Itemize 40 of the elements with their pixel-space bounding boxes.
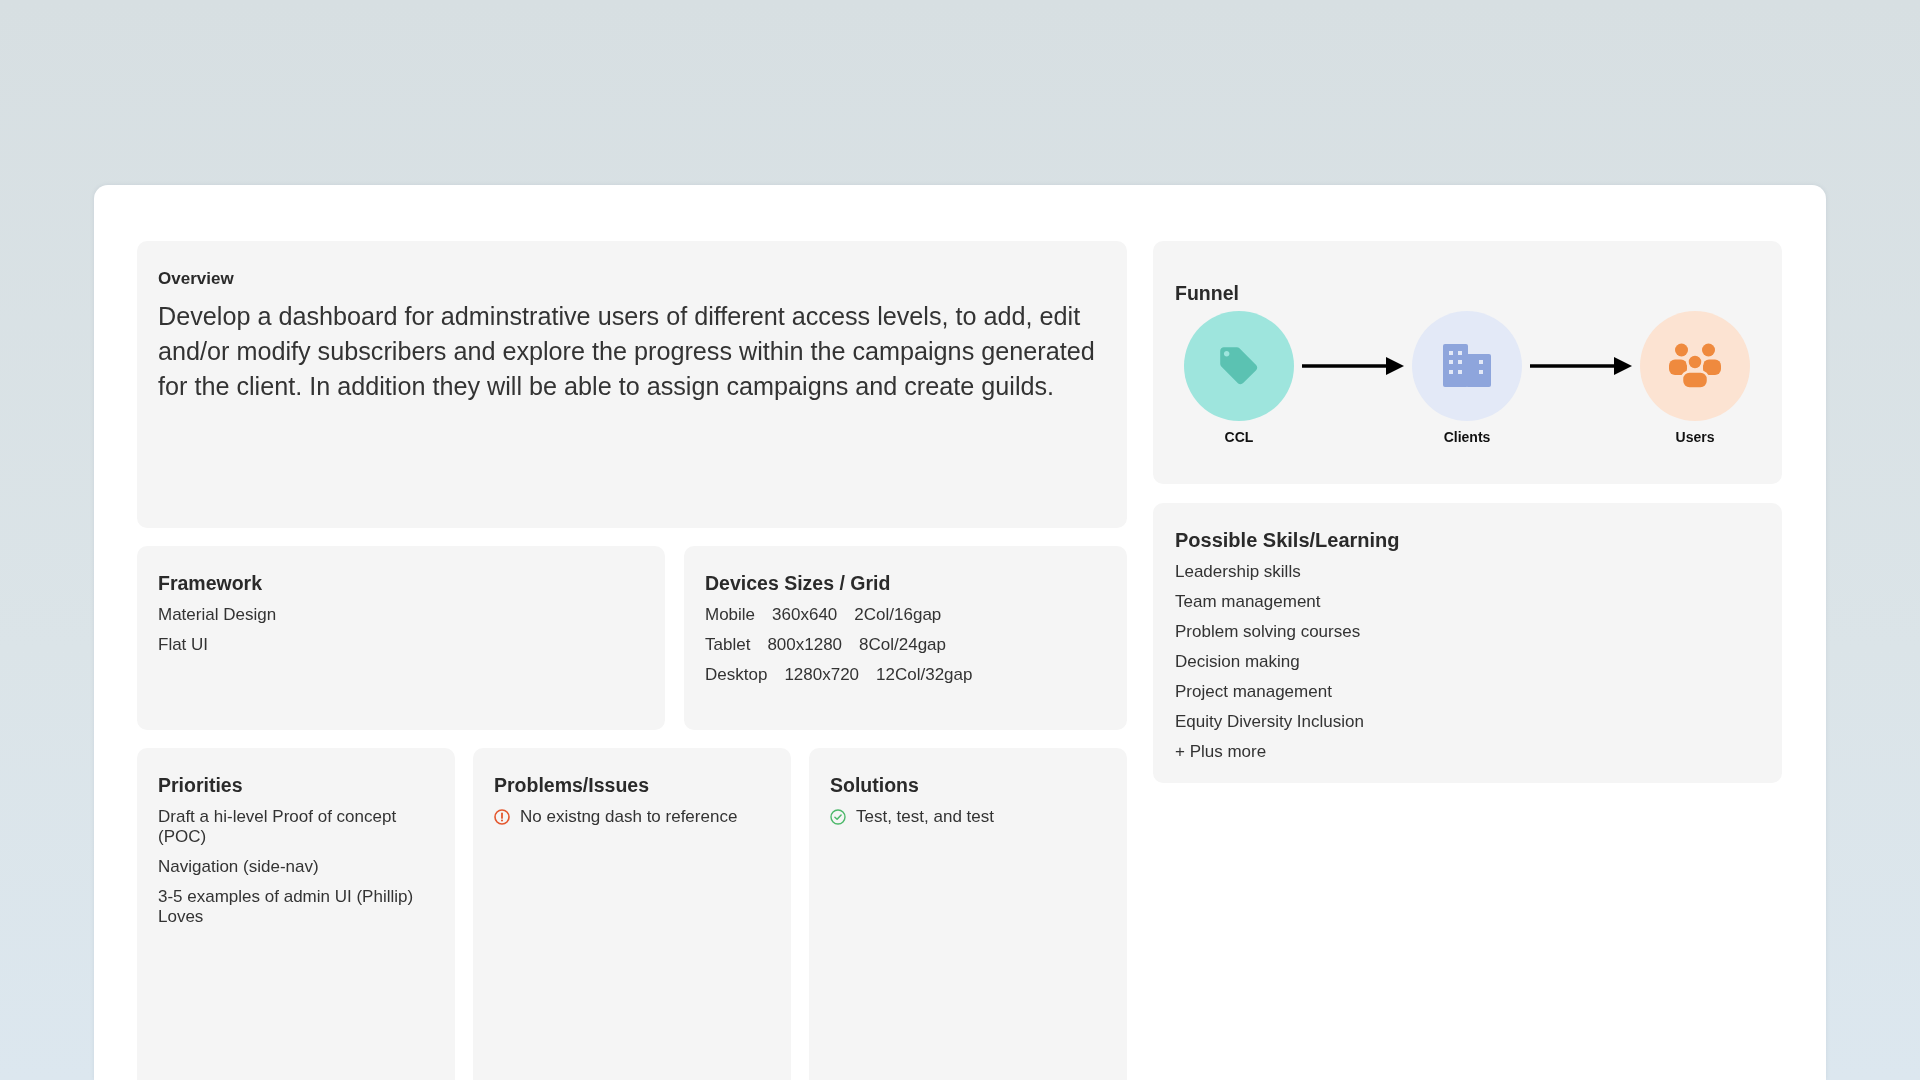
- building-icon: [1412, 311, 1522, 421]
- screen-size: 360x640: [772, 605, 838, 625]
- grid-spec: 2Col/16gap: [854, 605, 942, 625]
- skill-item: + Plus more: [1175, 742, 1268, 762]
- tag-icon: [1184, 311, 1294, 421]
- card-title: Framework: [158, 571, 264, 595]
- card-title: Problems/Issues: [494, 773, 650, 797]
- solution-text: Test, test, and test: [856, 807, 994, 827]
- device-name: Tablet: [705, 635, 751, 655]
- card-title: Solutions: [830, 773, 920, 797]
- step-label: Users: [1675, 428, 1715, 446]
- overview-text: Develop a dashboard for adminstrative users of different access levels, to add, edit and/or modify subscribers and explore the progress within the campaigns generated for the client. In addition they will be able to assign campaigns and create guilds.: [158, 301, 1096, 402]
- card-title: Overview: [158, 268, 235, 290]
- card-title: Priorities: [158, 773, 244, 797]
- grid-spec: 8Col/24gap: [859, 635, 947, 655]
- priority-item: 3-5 examples of admin UI (Phillip) Loves: [158, 887, 415, 927]
- grid-spec: 12Col/32gap: [876, 665, 973, 685]
- step-label: CCL: [1224, 428, 1254, 446]
- priority-item: Draft a hi-level Proof of concept (POC): [158, 807, 398, 847]
- warning-icon: [494, 809, 510, 825]
- skill-item: Equity Diversity Inclusion: [1175, 712, 1365, 732]
- framework-item: Flat UI: [158, 635, 210, 655]
- device-name: Desktop: [705, 665, 768, 685]
- screen-size: 1280x720: [784, 665, 860, 685]
- skill-item: Project management: [1175, 682, 1333, 702]
- check-icon: [830, 809, 846, 825]
- screen-size: 800x1280: [767, 635, 843, 655]
- issue-text: No existng dash to reference: [520, 807, 738, 827]
- device-name: Mobile: [705, 605, 756, 625]
- framework-item: Material Design: [158, 605, 278, 625]
- skill-item: Leadership skills: [1175, 562, 1302, 582]
- card-title: Possible Skils/Learning: [1175, 528, 1401, 552]
- skill-item: Problem solving courses: [1175, 622, 1362, 642]
- card-title: Devices Sizes / Grid: [705, 571, 892, 595]
- priority-item: Navigation (side-nav): [158, 857, 320, 877]
- step-label: Clients: [1443, 428, 1491, 446]
- people-icon: [1640, 311, 1750, 421]
- card-title: Funnel: [1175, 281, 1240, 305]
- skill-item: Decision making: [1175, 652, 1301, 672]
- skill-item: Team management: [1175, 592, 1322, 612]
